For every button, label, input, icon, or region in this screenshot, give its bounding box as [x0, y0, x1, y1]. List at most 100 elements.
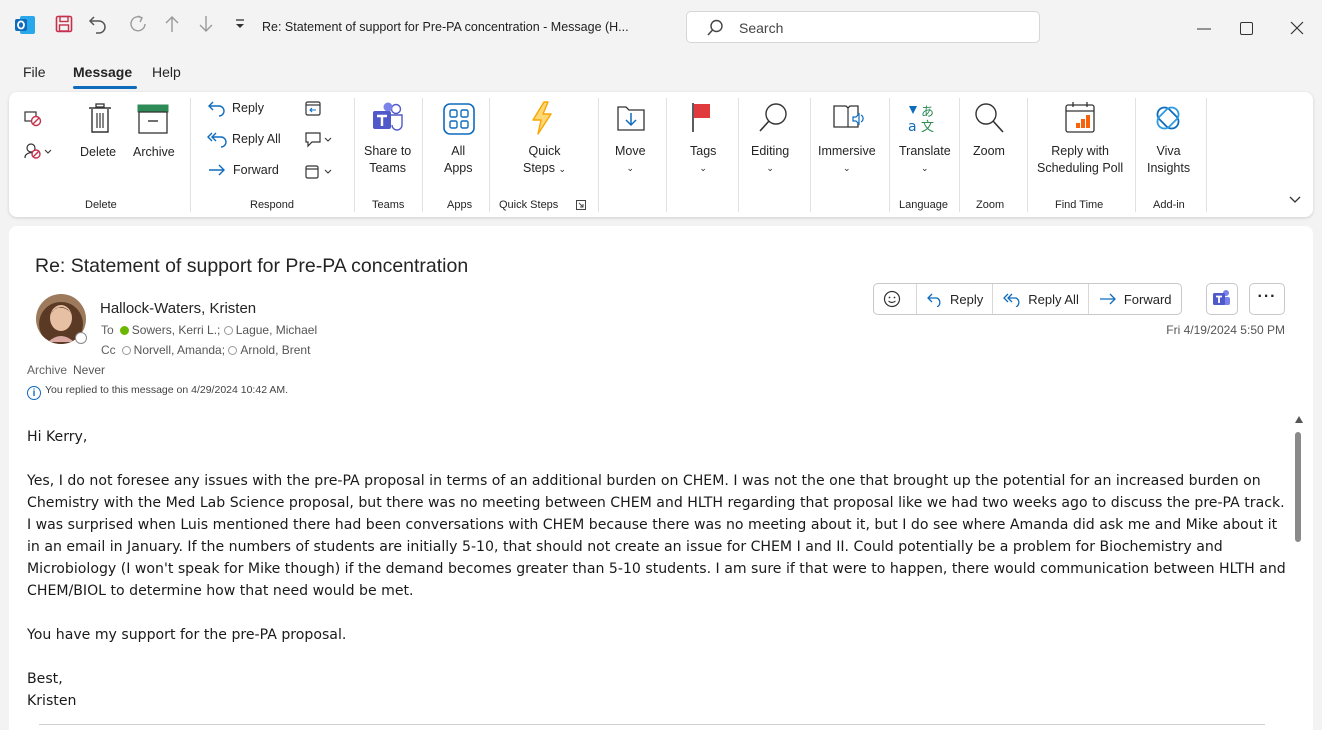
group-zoom: Zoom [976, 199, 1005, 211]
recipient[interactable]: Lague, Michael [236, 323, 317, 337]
customize-toolbar-icon[interactable] [234, 18, 246, 30]
undo-icon[interactable] [88, 14, 108, 34]
teams-icon[interactable] [371, 101, 405, 135]
translate-button[interactable]: Translate ⌄ [899, 143, 951, 177]
teams-icon [1213, 290, 1230, 305]
arrow-up-icon[interactable] [164, 14, 180, 34]
sender-name[interactable]: Hallock-Waters, Kristen [100, 300, 256, 317]
more-respond-icon[interactable] [304, 162, 334, 180]
move-icon[interactable] [616, 103, 646, 133]
redo-icon[interactable] [128, 14, 148, 34]
reply-icon [927, 293, 941, 307]
all-apps-icon[interactable] [443, 103, 475, 135]
reading-pane: Re: Statement of support for Pre-PA conc… [9, 226, 1313, 730]
viva-label-1: Viva [1156, 144, 1181, 158]
ribbon-expand-chevron-icon[interactable] [1289, 196, 1301, 204]
teams-chat-button[interactable] [1206, 283, 1238, 315]
presence-status-icon [75, 332, 87, 344]
message-body: Hi Kerry, Yes, I do not foresee any issu… [27, 426, 1289, 712]
editing-button[interactable]: Editing ⌄ [751, 143, 789, 177]
tags-label: Tags [690, 144, 717, 158]
all-apps-button[interactable]: All Apps [444, 143, 473, 177]
quick-steps-icon[interactable] [529, 101, 555, 135]
cc-label: Cc [101, 343, 116, 357]
reply-poll-label-1: Reply with [1051, 144, 1109, 158]
editing-label: Editing [751, 144, 790, 158]
delete-button[interactable]: Delete [80, 144, 116, 161]
more-options-button[interactable]: ··· [1249, 283, 1285, 315]
reply-all-button[interactable]: Reply All [232, 131, 281, 148]
flag-icon[interactable] [690, 101, 712, 133]
recipient[interactable]: Norvell, Amanda; [134, 343, 225, 357]
reply-all-action-button[interactable]: Reply All [993, 284, 1089, 314]
reply-poll-label-2: Scheduling Poll [1037, 161, 1124, 175]
ignore-icon[interactable] [23, 109, 43, 127]
zoom-button[interactable]: Zoom [973, 143, 1005, 160]
recipient[interactable]: Sowers, Kerri L.; [132, 323, 221, 337]
info-icon: i [27, 386, 41, 400]
search-box[interactable]: Search [686, 11, 1040, 43]
window-title: Re: Statement of support for Pre-PA conc… [262, 20, 629, 34]
quick-steps-button[interactable]: Quick Steps ⌄ [523, 143, 566, 178]
group-find-time: Find Time [1055, 199, 1104, 211]
viva-insights-icon[interactable] [1151, 101, 1185, 135]
viva-insights-button[interactable]: Viva Insights [1147, 143, 1190, 177]
archive-policy: Archive Never [27, 363, 105, 377]
search-placeholder: Search [739, 20, 784, 36]
scheduling-poll-icon[interactable] [1064, 101, 1098, 135]
maximize-icon[interactable] [1240, 22, 1253, 35]
group-apps: Apps [447, 199, 473, 211]
im-reply-icon[interactable] [304, 130, 334, 148]
search-icon [706, 19, 724, 37]
archive-button[interactable]: Archive [133, 144, 175, 161]
presence-offline-icon [223, 326, 233, 335]
tags-button[interactable]: Tags ⌄ [690, 143, 716, 177]
close-icon[interactable] [1290, 21, 1304, 35]
forward-button[interactable]: Forward [233, 162, 279, 179]
emoji-icon [883, 290, 901, 308]
forward-action-button[interactable]: Forward [1089, 284, 1181, 314]
immersive-reader-icon[interactable] [832, 103, 866, 133]
separator [354, 98, 355, 212]
reply-button[interactable]: Reply [232, 100, 264, 117]
share-to-teams-button[interactable]: Share to Teams [364, 143, 411, 177]
svg-text:文: 文 [921, 120, 934, 133]
presence-offline-icon [121, 346, 131, 355]
save-icon[interactable] [55, 15, 73, 33]
separator [489, 98, 490, 212]
arrow-down-icon[interactable] [198, 14, 214, 34]
reply-info-bar: i You replied to this message on 4/29/202… [27, 384, 288, 400]
menu-help[interactable]: Help [152, 64, 181, 80]
block-sender-icon[interactable] [23, 142, 53, 160]
separator [1027, 98, 1028, 212]
reply-action-button[interactable]: Reply [917, 284, 994, 314]
archive-icon[interactable] [137, 104, 169, 134]
group-delete: Delete [85, 199, 117, 211]
body-paragraph: Yes, I do not foresee any issues with th… [27, 473, 1286, 599]
emoji-react-button[interactable] [874, 284, 917, 314]
move-label: Move [615, 144, 646, 158]
minimize-icon[interactable] [1197, 28, 1211, 30]
editing-search-icon[interactable] [757, 101, 789, 133]
dialog-launcher-icon[interactable] [576, 200, 586, 210]
presence-offline-icon [228, 346, 238, 355]
reply-with-scheduling-poll-button[interactable]: Reply with Scheduling Poll [1037, 143, 1123, 177]
meeting-reply-icon[interactable] [304, 99, 322, 117]
ribbon: Delete Archive Delete Reply Reply All Fo… [9, 92, 1313, 217]
group-addin: Add-in [1153, 199, 1185, 211]
menu-file[interactable]: File [23, 64, 46, 80]
immersive-button[interactable]: Immersive ⌄ [818, 143, 876, 177]
recipient[interactable]: Arnold, Brent [240, 343, 310, 357]
zoom-icon[interactable] [972, 101, 1006, 135]
greeting: Hi Kerry, [27, 429, 88, 445]
group-quick-steps: Quick Steps [499, 199, 559, 211]
viva-label-2: Insights [1147, 161, 1191, 175]
scrollbar-thumb[interactable] [1295, 432, 1301, 542]
signoff: Best, [27, 671, 63, 687]
delete-icon[interactable] [87, 103, 113, 135]
menu-message[interactable]: Message [73, 64, 132, 80]
translate-icon[interactable]: あa文 [906, 103, 938, 133]
scroll-up-arrow-icon[interactable] [1295, 416, 1303, 423]
move-button[interactable]: Move ⌄ [615, 143, 646, 177]
separator [1206, 98, 1207, 212]
